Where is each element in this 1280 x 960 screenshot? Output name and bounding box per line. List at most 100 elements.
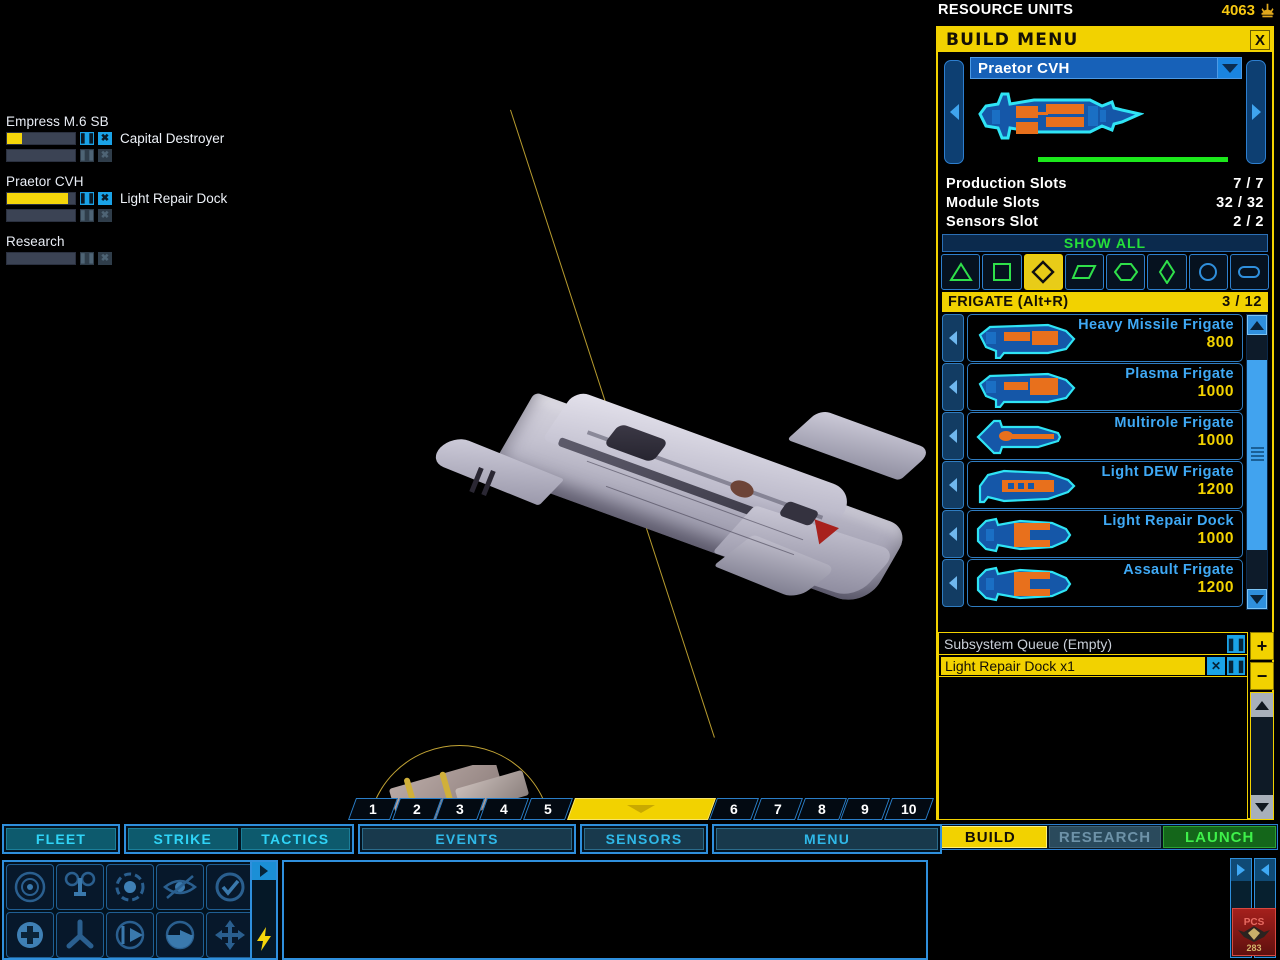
queue-scroll-track[interactable] bbox=[1251, 717, 1273, 795]
queue-scroll-up-button[interactable] bbox=[1251, 693, 1273, 717]
class-filter-module[interactable] bbox=[1229, 254, 1269, 290]
dock-icon[interactable] bbox=[56, 912, 104, 958]
hotkey-tab-9[interactable]: 9 bbox=[840, 798, 891, 820]
list-item[interactable]: Light DEW Frigate 1200 bbox=[942, 461, 1243, 509]
ship-selector-dropdown[interactable]: Praetor CVH bbox=[970, 57, 1242, 79]
item-expand-icon[interactable] bbox=[942, 559, 964, 607]
build-pause-button[interactable]: ❚❚ bbox=[79, 209, 95, 222]
next-ship-button[interactable] bbox=[1246, 60, 1266, 164]
tactics-button[interactable]: TACTICS bbox=[240, 828, 350, 850]
class-filter-dreadnought[interactable] bbox=[1147, 254, 1187, 290]
events-button[interactable]: EVENTS bbox=[362, 828, 572, 850]
build-cancel-button[interactable]: ✖ bbox=[98, 132, 112, 145]
class-filter-cruiser[interactable] bbox=[1064, 254, 1104, 290]
build-pause-button[interactable]: ❚❚ bbox=[79, 192, 95, 205]
hotkey-tab-8[interactable]: 8 bbox=[796, 798, 847, 820]
class-filter-fighter[interactable] bbox=[941, 254, 981, 290]
class-filter-frigate[interactable] bbox=[1023, 254, 1063, 290]
build-pause-button[interactable]: ❚❚ bbox=[79, 252, 95, 265]
hotkey-tab-3[interactable]: 3 bbox=[435, 798, 486, 820]
sensors-button[interactable]: SENSORS bbox=[584, 828, 704, 850]
research-mode-button[interactable]: RESEARCH bbox=[1048, 826, 1162, 848]
queue-item[interactable]: Light Repair Dock x1 ✕ ❚❚ bbox=[939, 655, 1247, 677]
hotkey-tab-4[interactable]: 4 bbox=[479, 798, 529, 820]
item-body[interactable]: Multirole Frigate 1000 bbox=[967, 412, 1243, 460]
item-expand-icon[interactable] bbox=[942, 510, 964, 558]
buildable-list-scrollbar[interactable] bbox=[1246, 314, 1268, 610]
list-item[interactable]: Multirole Frigate 1000 bbox=[942, 412, 1243, 460]
hotkey-tab-7[interactable]: 7 bbox=[753, 798, 803, 820]
queue-empty-area[interactable] bbox=[939, 677, 1247, 819]
build-pause-button[interactable]: ❚❚ bbox=[79, 149, 95, 162]
scrollbar-thumb[interactable] bbox=[1247, 360, 1267, 550]
hotkey-tab-1[interactable]: 1 bbox=[347, 798, 398, 820]
item-body[interactable]: Light DEW Frigate 1200 bbox=[967, 461, 1243, 509]
hotkey-tab-5[interactable]: 5 bbox=[522, 798, 573, 820]
queue-scrollbar[interactable] bbox=[1250, 692, 1274, 820]
hotkey-tab-active[interactable] bbox=[566, 798, 716, 820]
build-progress-row[interactable]: ❚❚ ✖ bbox=[6, 209, 326, 222]
scroll-down-button[interactable] bbox=[1247, 589, 1267, 609]
cloak-icon[interactable] bbox=[156, 864, 204, 910]
item-body[interactable]: Assault Frigate 1200 bbox=[967, 559, 1243, 607]
queue-remove-button[interactable]: − bbox=[1250, 662, 1274, 690]
hotkey-tab-6[interactable]: 6 bbox=[709, 798, 760, 820]
build-progress-row[interactable]: ❚❚ ✖ bbox=[6, 149, 326, 162]
hotkey-tab-2[interactable]: 2 bbox=[391, 798, 442, 820]
scan-target-icon[interactable] bbox=[6, 864, 54, 910]
build-progress-row[interactable]: ❚❚ ✖ Capital Destroyer bbox=[6, 131, 326, 146]
queue-item-pause-button[interactable]: ❚❚ bbox=[1226, 656, 1246, 675]
formation-icon[interactable] bbox=[56, 864, 104, 910]
build-cancel-button[interactable]: ✖ bbox=[98, 252, 112, 265]
list-item[interactable]: Plasma Frigate 1000 bbox=[942, 363, 1243, 411]
show-all-button[interactable]: SHOW ALL bbox=[942, 234, 1268, 252]
expand-arrow-icon[interactable] bbox=[252, 862, 276, 880]
strike-button[interactable]: STRIKE bbox=[128, 828, 238, 850]
lightning-icon[interactable] bbox=[254, 926, 274, 952]
move-to-icon[interactable] bbox=[106, 864, 154, 910]
build-progress-row[interactable]: ❚❚ ✖ Light Repair Dock bbox=[6, 191, 326, 206]
build-mode-button[interactable]: BUILD bbox=[934, 826, 1047, 848]
selected-capital-ship[interactable] bbox=[427, 389, 930, 635]
scroll-left-button[interactable] bbox=[1255, 859, 1275, 881]
events-display-pane[interactable] bbox=[282, 860, 928, 960]
build-cancel-button[interactable]: ✖ bbox=[98, 192, 112, 205]
build-cancel-button[interactable]: ✖ bbox=[98, 149, 112, 162]
item-body[interactable]: Light Repair Dock 1000 bbox=[967, 510, 1243, 558]
prev-ship-button[interactable] bbox=[944, 60, 964, 164]
scroll-up-button[interactable] bbox=[1247, 315, 1267, 335]
repair-icon[interactable] bbox=[6, 912, 54, 958]
fleet-button[interactable]: FLEET bbox=[6, 828, 116, 850]
class-filter-station[interactable] bbox=[1188, 254, 1228, 290]
queue-scroll-down-button[interactable] bbox=[1251, 795, 1273, 819]
item-expand-icon[interactable] bbox=[942, 363, 964, 411]
queue-add-button[interactable]: + bbox=[1250, 632, 1274, 660]
launch-button[interactable]: LAUNCH bbox=[1163, 826, 1277, 848]
build-cancel-button[interactable]: ✖ bbox=[98, 209, 112, 222]
item-expand-icon[interactable] bbox=[942, 412, 964, 460]
subsystem-queue-pause-button[interactable]: ❚❚ bbox=[1226, 634, 1246, 653]
build-pause-button[interactable]: ❚❚ bbox=[79, 132, 95, 145]
build-progress-row[interactable]: ❚❚ ✖ bbox=[6, 252, 326, 265]
item-body[interactable]: Plasma Frigate 1000 bbox=[967, 363, 1243, 411]
confirm-icon[interactable] bbox=[206, 864, 254, 910]
faction-emblem-badge[interactable]: PCS 283 bbox=[1232, 908, 1276, 956]
class-filter-capital[interactable] bbox=[1106, 254, 1146, 290]
list-item[interactable]: Assault Frigate 1200 bbox=[942, 559, 1243, 607]
scroll-right-button[interactable] bbox=[1231, 859, 1251, 881]
item-expand-icon[interactable] bbox=[942, 461, 964, 509]
menu-button[interactable]: MENU bbox=[716, 828, 938, 850]
item-body[interactable]: Heavy Missile Frigate 800 bbox=[967, 314, 1243, 362]
list-item[interactable]: Heavy Missile Frigate 800 bbox=[942, 314, 1243, 362]
hotkey-tab-10[interactable]: 10 bbox=[884, 798, 934, 820]
scrollbar-track[interactable] bbox=[1247, 335, 1267, 589]
item-expand-icon[interactable] bbox=[942, 314, 964, 362]
chevron-down-icon[interactable] bbox=[1218, 57, 1242, 79]
attack-arc-icon[interactable] bbox=[106, 912, 154, 958]
move-free-icon[interactable] bbox=[206, 912, 254, 958]
queue-item-cancel-button[interactable]: ✕ bbox=[1207, 656, 1225, 675]
close-icon[interactable]: X bbox=[1250, 30, 1270, 50]
patrol-arc-icon[interactable] bbox=[156, 912, 204, 958]
list-item[interactable]: Light Repair Dock 1000 bbox=[942, 510, 1243, 558]
class-filter-corvette[interactable] bbox=[982, 254, 1022, 290]
